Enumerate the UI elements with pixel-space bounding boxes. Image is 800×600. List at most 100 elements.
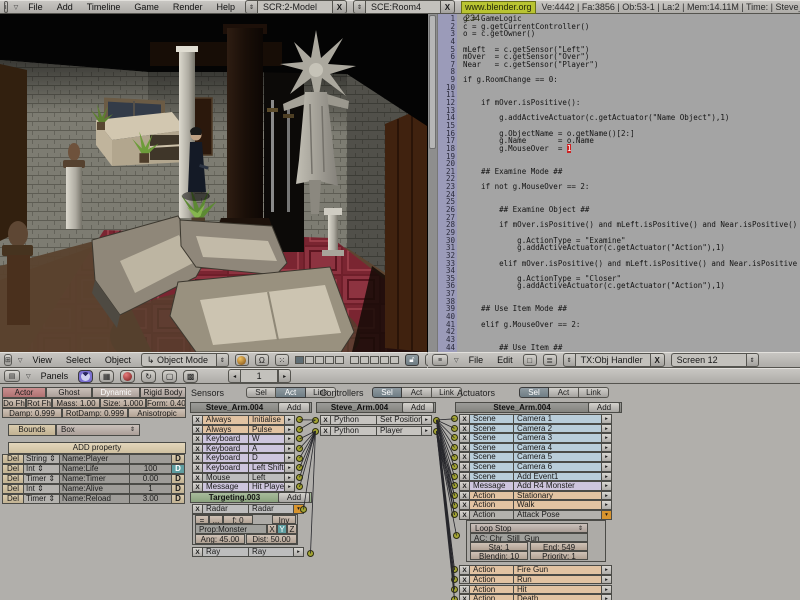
editor-type-icon-text[interactable]: ≡	[432, 354, 448, 366]
link-dot[interactable]	[433, 428, 440, 435]
layer-buttons-2[interactable]	[350, 356, 399, 364]
action-priority-field[interactable]: Priority: 1	[530, 551, 588, 560]
collapse-caret-icon[interactable]: ▽	[18, 357, 23, 364]
actuator-type[interactable]: Action	[470, 491, 514, 501]
property-type-dropdown[interactable]: String ⇕	[24, 454, 60, 464]
link-dot[interactable]	[451, 454, 458, 461]
text-name[interactable]: TX:Obj Handler	[576, 353, 651, 367]
sensor-name[interactable]: Initialise	[249, 415, 285, 425]
logic-buttons-icon[interactable]	[78, 370, 93, 383]
sensor-type[interactable]: Mouse	[203, 473, 249, 483]
controller-type[interactable]: Python	[331, 426, 377, 436]
link-dot[interactable]	[451, 576, 458, 583]
actor-toggle[interactable]: Actor	[2, 387, 46, 398]
actuator-type[interactable]: Action	[470, 500, 514, 510]
action-blendin-field[interactable]: Blendin: 10	[470, 551, 528, 560]
actuator-name[interactable]: Fire Gun	[514, 565, 602, 575]
controllers-owner-name[interactable]: Steve_Arm.004	[317, 403, 402, 412]
text-delete-button[interactable]: X	[651, 353, 665, 367]
collapse-button[interactable]: ▸	[602, 481, 612, 491]
delete-actuator-button[interactable]: X	[459, 462, 470, 472]
collapse-button[interactable]: ▸	[602, 500, 612, 510]
actuator-name[interactable]: Death	[514, 594, 602, 600]
delete-sensor-button[interactable]: X	[192, 463, 203, 473]
pivot-icon[interactable]: Ω	[255, 354, 269, 366]
action-start-field[interactable]: Sta: 1	[470, 542, 528, 551]
sensors-sel-button[interactable]: Sel	[246, 387, 276, 398]
link-dot[interactable]	[296, 455, 303, 462]
link-dot[interactable]	[312, 428, 319, 435]
property-debug-toggle[interactable]: D	[172, 494, 185, 504]
collapse-button[interactable]: ▸	[285, 415, 295, 425]
mode-value[interactable]: ↳ Object Mode	[141, 353, 217, 367]
sensor-type[interactable]: Radar	[203, 504, 249, 514]
snap-icon[interactable]: ⁙	[275, 354, 289, 366]
menu-edit-text[interactable]: Edit	[493, 355, 517, 365]
collapse-button[interactable]: ▸	[602, 594, 612, 600]
sensor-type[interactable]: Keyboard	[203, 453, 249, 463]
delete-actuator-button[interactable]: X	[459, 414, 470, 424]
collapse-caret-icon[interactable]: ▽	[14, 4, 19, 11]
editor-type-icon-buttons[interactable]: ▤	[4, 370, 20, 382]
targeting-owner-name[interactable]: Targeting.003	[191, 493, 278, 502]
collapse-button[interactable]: ▸	[285, 434, 295, 444]
sensor-name[interactable]: D	[249, 453, 285, 463]
collapse-button[interactable]: ▸	[602, 491, 612, 501]
radar-pulse-toggle[interactable]: =	[195, 515, 209, 524]
sensor-type[interactable]: Keyboard	[203, 463, 249, 473]
screen-size-dropdown[interactable]: ⇕	[747, 353, 759, 367]
property-name-field[interactable]: Name:Timer	[60, 474, 130, 484]
sensor-type[interactable]: Keyboard	[203, 434, 249, 444]
radar-dist-field[interactable]: Dist: 50.00	[246, 534, 297, 544]
actuator-type[interactable]: Scene	[470, 462, 514, 472]
actuators-add-button[interactable]: Add	[588, 402, 620, 413]
actuator-type[interactable]: Action	[470, 510, 514, 520]
collapse-button[interactable]: ▸	[285, 463, 295, 473]
delete-controller-button[interactable]: X	[320, 426, 331, 436]
link-dot[interactable]	[433, 417, 440, 424]
property-value-field[interactable]: 3.00	[130, 494, 172, 504]
bounds-toggle[interactable]: Bounds	[8, 424, 56, 436]
anisotropic-toggle[interactable]: Anisotropic	[128, 408, 186, 418]
property-type-dropdown[interactable]: Timer ⇕	[24, 494, 60, 504]
mode-dropdown-icon[interactable]: ⇕	[217, 353, 229, 367]
targeting-add-button[interactable]: Add	[278, 492, 310, 503]
actuator-name[interactable]: Camera 4	[514, 443, 602, 453]
collapse-button[interactable]: ▸	[602, 443, 612, 453]
radar-inv-toggle[interactable]: Inv	[272, 515, 296, 524]
form-field[interactable]: Form: 0.40	[146, 398, 186, 408]
actuator-name[interactable]: Stationary	[514, 491, 602, 501]
actuator-type[interactable]: Scene	[470, 414, 514, 424]
sensor-name[interactable]: Left	[249, 473, 285, 483]
delete-actuator-button[interactable]: X	[459, 452, 470, 462]
collapse-button[interactable]: ▸	[285, 444, 295, 454]
draw-type-icon[interactable]	[235, 354, 249, 366]
actuators-owner-name[interactable]: Steve_Arm.004	[456, 403, 588, 412]
actuator-name[interactable]: Camera 1	[514, 414, 602, 424]
delete-actuator-button[interactable]: X	[459, 433, 470, 443]
collapse-button[interactable]: ▸	[602, 414, 612, 424]
delete-actuator-button[interactable]: X	[459, 565, 470, 575]
link-dot[interactable]	[296, 464, 303, 471]
delete-actuator-button[interactable]: X	[459, 575, 470, 585]
size-field[interactable]: Size: 1.000	[100, 398, 146, 408]
editor-type-icon-3dview[interactable]: ⊞	[4, 354, 12, 366]
property-type-dropdown[interactable]: Int ⇕	[24, 464, 60, 474]
sensor-name[interactable]: Pulse	[249, 425, 285, 435]
link-dot[interactable]	[312, 417, 319, 424]
link-dot[interactable]	[451, 502, 458, 509]
text-browse-button[interactable]: ⇕	[563, 353, 576, 367]
menu-panels[interactable]: Panels	[37, 371, 73, 381]
collapse-button[interactable]: ▸	[602, 452, 612, 462]
property-name-field[interactable]: Name:Player	[60, 454, 130, 464]
menu-object[interactable]: Object	[101, 355, 135, 365]
delete-controller-button[interactable]: X	[320, 415, 331, 425]
lock-icon[interactable]: 🔓︎	[405, 354, 419, 366]
sensor-type[interactable]: Keyboard	[203, 444, 249, 454]
actuator-type[interactable]: Scene	[470, 472, 514, 482]
link-dot[interactable]	[296, 416, 303, 423]
property-debug-toggle[interactable]: D	[172, 454, 185, 464]
collapse-button[interactable]: ▸	[422, 415, 432, 425]
ghost-toggle[interactable]: Ghost	[46, 387, 92, 398]
actuator-type[interactable]: Message	[470, 481, 514, 491]
